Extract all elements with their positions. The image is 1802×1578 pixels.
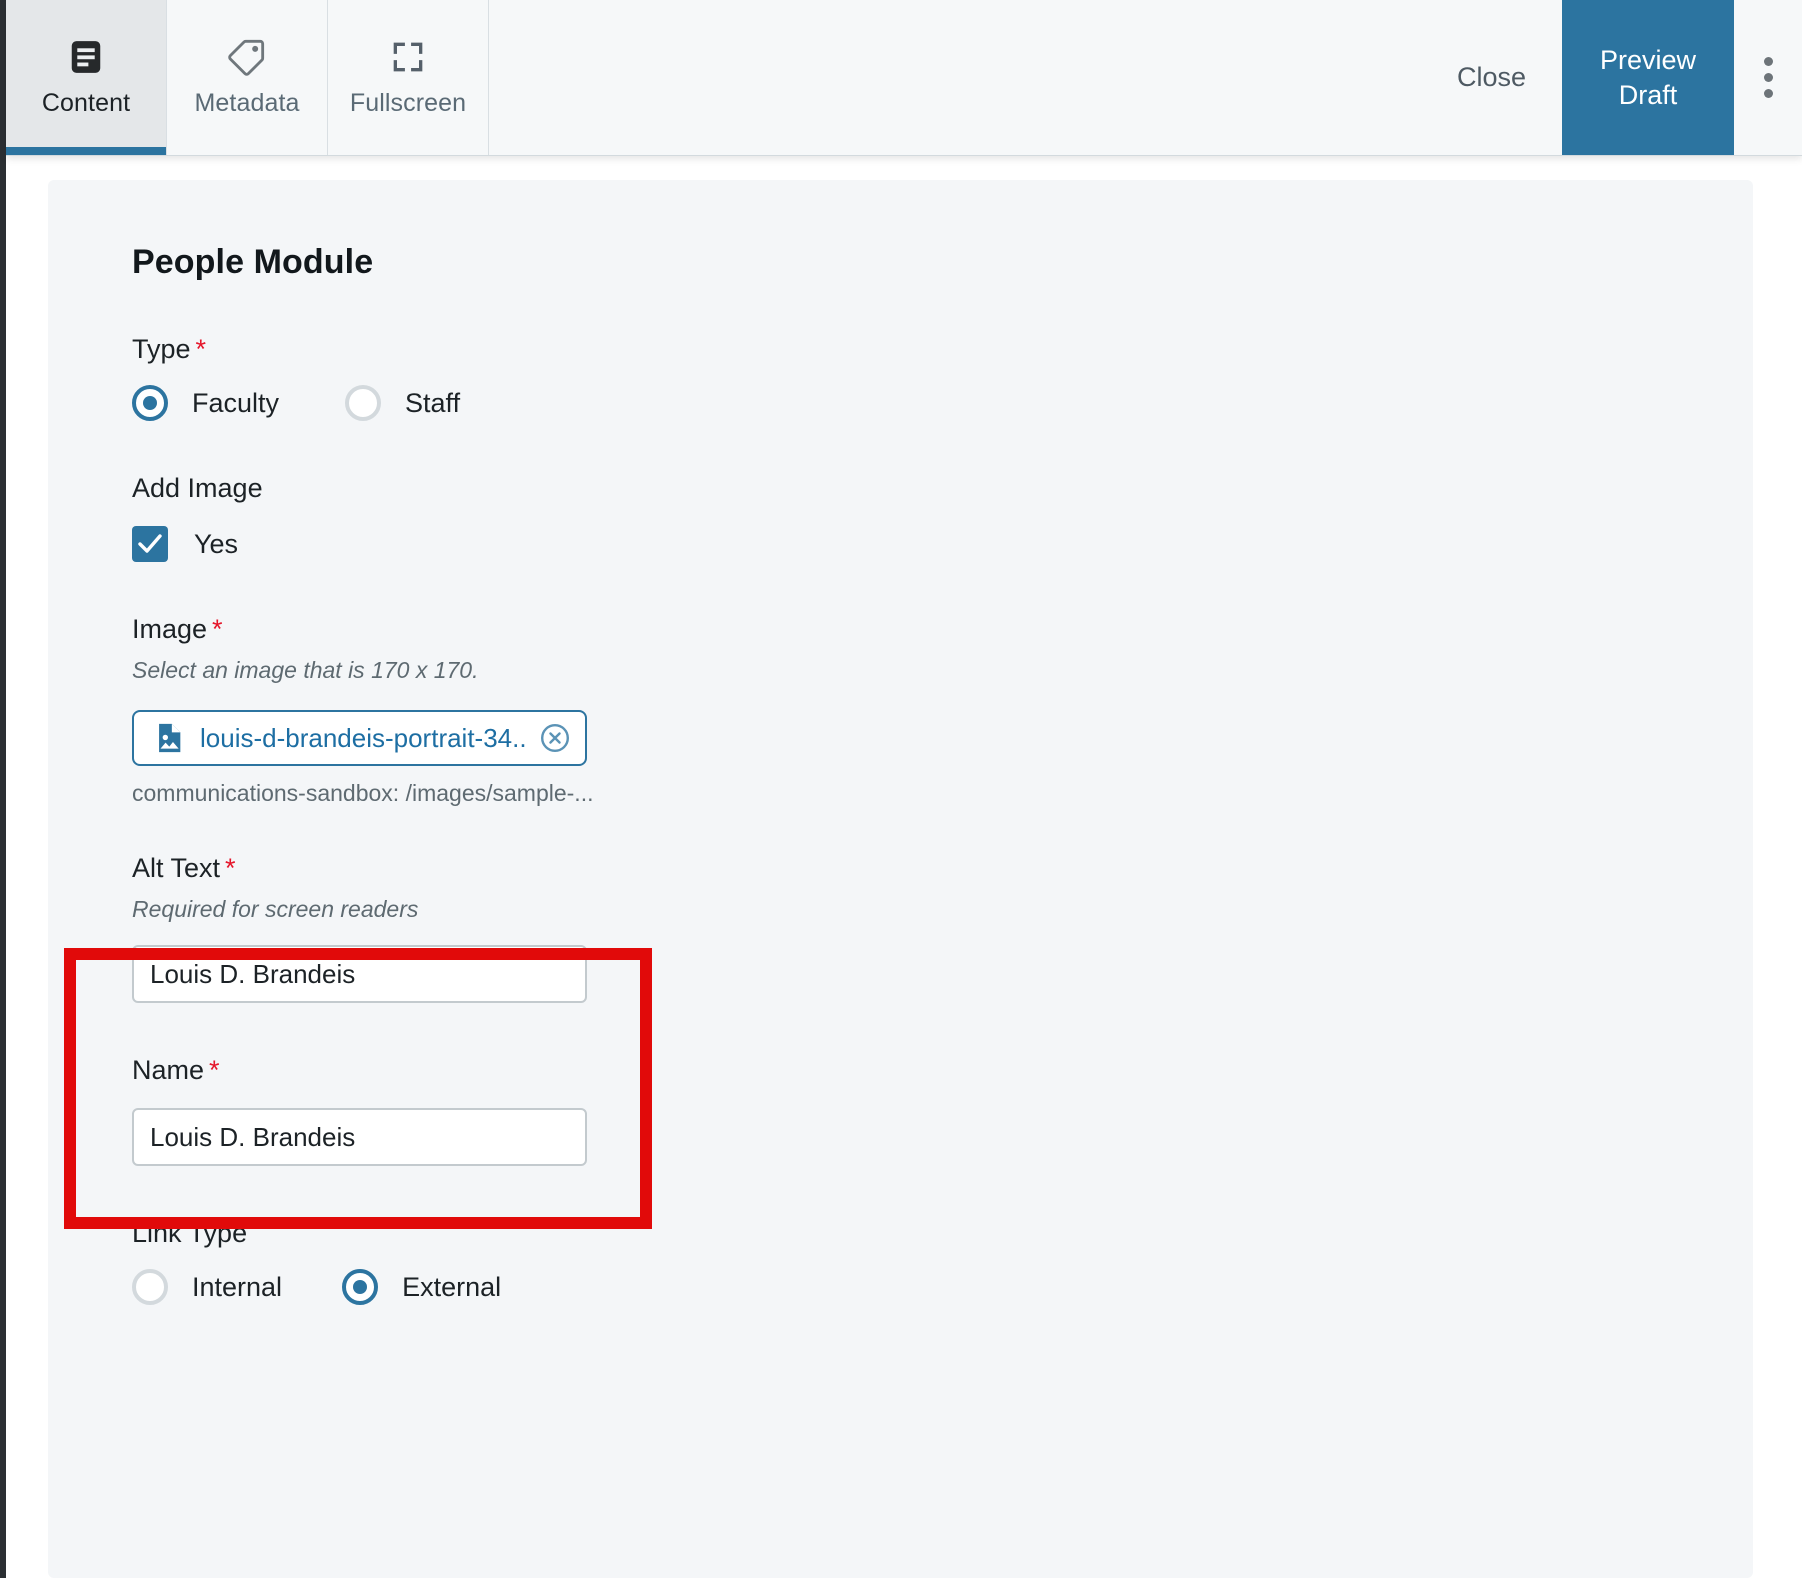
radio-faculty-label: Faculty: [192, 387, 280, 418]
add-image-checkbox-label: Yes: [194, 528, 239, 559]
field-add-image-label: Add Image: [132, 473, 263, 503]
field-add-image: Add Image Yes: [132, 473, 1753, 562]
image-file-chip[interactable]: louis-d-brandeis-portrait-34...: [132, 710, 587, 766]
radio-staff-label: Staff: [405, 387, 461, 418]
required-asterisk: *: [212, 614, 223, 644]
field-type: Type * Faculty Staff: [132, 334, 1753, 421]
document-lines-icon: [67, 37, 105, 77]
radio-option-staff[interactable]: Staff: [345, 385, 460, 421]
close-button[interactable]: Close: [1421, 0, 1562, 155]
image-file-icon: [152, 721, 186, 755]
tab-metadata-label: Metadata: [194, 89, 300, 117]
field-image-label-text: Image: [132, 614, 208, 644]
field-name-label: Name *: [132, 1055, 1753, 1086]
field-link-type-label: Link Type: [132, 1218, 248, 1248]
kebab-dot: [1763, 73, 1773, 82]
name-input[interactable]: [132, 1108, 587, 1166]
type-radio-group: Faculty Staff: [132, 385, 1753, 421]
tag-icon: [227, 37, 267, 77]
radio-internal-control[interactable]: [132, 1269, 168, 1305]
radio-option-faculty[interactable]: Faculty: [132, 385, 279, 421]
radio-external-control[interactable]: [342, 1269, 379, 1305]
field-alt-text-label-text: Alt Text: [132, 853, 221, 883]
image-file-path: communications-sandbox: /images/sample-.…: [132, 780, 594, 806]
kebab-dot: [1763, 57, 1773, 66]
expand-icon: [389, 37, 427, 77]
close-circle-icon[interactable]: [539, 722, 571, 754]
tab-fullscreen-label: Fullscreen: [349, 89, 467, 117]
image-file-name: louis-d-brandeis-portrait-34...: [200, 722, 525, 753]
field-type-label-text: Type: [132, 334, 191, 364]
radio-external-label: External: [402, 1271, 502, 1302]
checkmark-icon: [138, 534, 162, 553]
field-image: Image * Select an image that is 170 x 170…: [132, 614, 1753, 807]
module-form-card: People Module Type * Faculty Staff Add Im…: [48, 180, 1753, 1578]
tab-content[interactable]: Content: [6, 0, 167, 155]
alt-text-input[interactable]: [132, 945, 587, 1003]
kebab-dot: [1763, 89, 1773, 98]
preview-draft-button[interactable]: Preview Draft: [1562, 0, 1734, 155]
field-name-label-text: Name: [132, 1055, 205, 1085]
field-image-label: Image *: [132, 614, 1753, 645]
radio-staff-control[interactable]: [345, 385, 382, 421]
tab-metadata[interactable]: Metadata: [167, 0, 328, 155]
field-link-type: Link Type Internal External: [132, 1218, 1753, 1305]
add-image-checkbox-row[interactable]: Yes: [132, 526, 1753, 562]
radio-option-external[interactable]: External: [342, 1269, 501, 1305]
tab-fullscreen[interactable]: Fullscreen: [328, 0, 489, 155]
field-name: Name *: [132, 1055, 1753, 1166]
radio-internal-label: Internal: [192, 1271, 283, 1302]
field-alt-text-help: Required for screen readers: [132, 896, 419, 922]
kebab-menu-icon[interactable]: [1734, 0, 1802, 155]
required-asterisk: *: [195, 334, 207, 364]
field-alt-text: Alt Text * Required for screen readers: [132, 853, 1753, 1003]
field-image-help: Select an image that is 170 x 170.: [132, 657, 479, 683]
editor-toolbar: Content Metadata Fullscreen Close Previe…: [6, 0, 1802, 156]
tab-content-label: Content: [41, 89, 131, 117]
radio-option-internal[interactable]: Internal: [132, 1269, 282, 1305]
radio-faculty-control[interactable]: [132, 385, 168, 421]
required-asterisk: *: [225, 853, 236, 883]
page-title: People Module: [132, 243, 374, 281]
add-image-checkbox[interactable]: [132, 526, 168, 562]
field-type-label: Type *: [132, 334, 1753, 365]
required-asterisk: *: [209, 1055, 220, 1085]
browser-chrome-edge: [0, 0, 6, 1578]
field-alt-text-label: Alt Text *: [132, 853, 1753, 884]
link-type-radio-group: Internal External: [132, 1269, 1753, 1305]
